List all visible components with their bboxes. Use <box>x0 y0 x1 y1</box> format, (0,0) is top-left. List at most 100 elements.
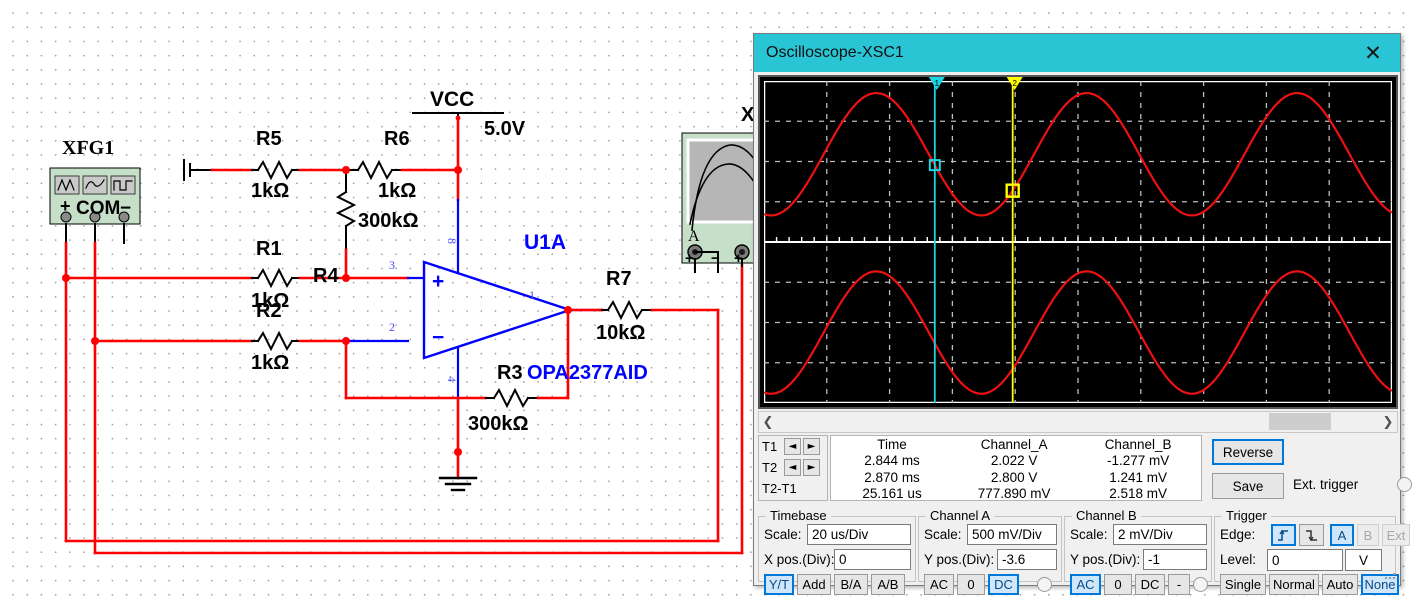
label-xfg-minus: − <box>120 198 132 219</box>
waveform-plot <box>764 81 1392 403</box>
trigger-level-input[interactable]: 0 <box>1267 549 1343 571</box>
timebase-caption: Timebase <box>766 508 831 523</box>
header-channel-a: Channel_A <box>980 436 1048 452</box>
t2-right-button[interactable]: ► <box>803 459 820 476</box>
value-r3: 300kΩ <box>468 413 529 435</box>
waveform-screen[interactable] <box>764 81 1392 403</box>
channel-a-coupling-ac[interactable]: AC <box>924 574 954 595</box>
waveform-display[interactable]: 12 <box>758 75 1398 409</box>
channel-a-indicator[interactable] <box>1037 577 1052 592</box>
channel-b-ypos-input[interactable]: -1 <box>1143 549 1207 570</box>
trigger-caption: Trigger <box>1222 508 1271 523</box>
label-r7: R7 <box>606 268 632 290</box>
trigger-group: Trigger Edge: A B Ext Level: 0 V Single <box>1214 508 1410 595</box>
trigger-source-a[interactable]: A <box>1330 524 1354 546</box>
scroll-left-icon[interactable]: ❮ <box>759 415 777 430</box>
channel-b-indicator[interactable] <box>1193 577 1208 592</box>
channel-a-ypos-label: Y pos.(Div): <box>924 552 995 567</box>
timebase-scale-input[interactable]: 20 us/Div <box>807 524 911 545</box>
channel-a-ypos-input[interactable]: -3.6 <box>997 549 1057 570</box>
t2-channel-a: 2.800 V <box>990 469 1038 485</box>
close-icon[interactable]: ✕ <box>1352 36 1394 70</box>
label-r1: R1 <box>256 238 282 260</box>
trigger-level-label: Level: <box>1220 552 1257 567</box>
timebase-mode-ba[interactable]: B/A <box>834 574 868 595</box>
channel-b-group: Channel B Scale: 2 mV/Div Y pos.(Div): -… <box>1064 508 1212 595</box>
opamp-input-minus: − <box>432 326 445 349</box>
scope-icon-port-minus: − <box>711 250 720 267</box>
channel-a-scale-input[interactable]: 500 mV/Div <box>967 524 1057 545</box>
scroll-right-icon[interactable]: ❯ <box>1379 415 1397 430</box>
label-xfg-com: COM <box>76 198 121 219</box>
channel-b-scale-input[interactable]: 2 mV/Div <box>1113 524 1207 545</box>
channel-a-coupling-dc[interactable]: DC <box>988 574 1019 595</box>
scrollbar-track[interactable] <box>777 412 1379 432</box>
opamp-pin-8: 8 <box>445 238 459 244</box>
trigger-level-unit[interactable]: V <box>1345 549 1382 571</box>
label-opamp-part: OPA2377AID <box>527 362 648 384</box>
falling-edge-icon[interactable] <box>1299 524 1324 546</box>
channel-b-ypos-label: Y pos.(Div): <box>1070 552 1141 567</box>
display-scrollbar[interactable]: ❮ ❯ <box>758 411 1398 433</box>
label-r5: R5 <box>256 128 282 150</box>
delta-time: 25.161 us <box>862 486 922 502</box>
trigger-source-ext[interactable]: Ext <box>1382 524 1410 546</box>
cursor-selector[interactable]: T1 ◄ ► T2 ◄ ► T2-T1 <box>758 435 828 501</box>
oscilloscope-window[interactable]: Oscilloscope-XSC1 ✕ 12 ❮ ❯ T1 ◄ ► T2 ◄ ►… <box>753 33 1412 595</box>
value-r6: 1kΩ <box>378 180 417 202</box>
channel-b-coupling-none[interactable]: - <box>1168 574 1190 595</box>
window-titlebar[interactable]: Oscilloscope-XSC1 ✕ <box>754 34 1400 72</box>
scrollbar-thumb[interactable] <box>1269 413 1331 430</box>
cursor-delta-label: T2-T1 <box>762 481 797 496</box>
ext-trigger-indicator[interactable] <box>1397 477 1412 492</box>
table-row: 2.870 ms 2.800 V 1.241 mV <box>831 469 1201 486</box>
cursor-t1-row[interactable]: T1 ◄ ► <box>759 436 827 457</box>
label-xfg1: XFG1 <box>62 137 115 159</box>
reverse-button[interactable]: Reverse <box>1212 439 1284 465</box>
timebase-xpos-label: X pos.(Div): <box>764 552 835 567</box>
channel-a-caption: Channel A <box>926 508 994 523</box>
channel-a-scale-label: Scale: <box>924 527 962 542</box>
control-panels: Timebase Scale: 20 us/Div X pos.(Div): 0… <box>758 508 1410 595</box>
cursor-t2-row[interactable]: T2 ◄ ► <box>759 457 827 478</box>
save-button[interactable]: Save <box>1212 473 1284 499</box>
label-r4: R4 <box>313 265 339 287</box>
t1-right-button[interactable]: ► <box>803 438 820 455</box>
channel-b-coupling-0[interactable]: 0 <box>1104 574 1132 595</box>
channel-a-coupling-0[interactable]: 0 <box>957 574 985 595</box>
trigger-mode-normal[interactable]: Normal <box>1269 574 1319 595</box>
timebase-group: Timebase Scale: 20 us/Div X pos.(Div): 0… <box>758 508 916 595</box>
resize-grip-icon[interactable] <box>1385 569 1397 581</box>
window-title: Oscilloscope-XSC1 <box>766 44 904 61</box>
opamp-input-plus: + <box>432 270 445 293</box>
channel-b-scale-label: Scale: <box>1070 527 1108 542</box>
timebase-mode-ab[interactable]: A/B <box>871 574 905 595</box>
opamp-pin-1: 1 <box>529 288 535 302</box>
opamp-pin-4: 4 <box>445 376 459 382</box>
timebase-xpos-input[interactable]: 0 <box>834 549 911 570</box>
channel-b-coupling-ac[interactable]: AC <box>1070 574 1101 595</box>
channel-b-coupling-dc[interactable]: DC <box>1135 574 1165 595</box>
t1-channel-a: 2.022 V <box>990 453 1038 469</box>
rising-edge-icon[interactable] <box>1271 524 1296 546</box>
timebase-mode-yt[interactable]: Y/T <box>764 574 794 595</box>
opamp-pin-3: 3 <box>389 258 395 272</box>
timebase-mode-add[interactable]: Add <box>797 574 831 595</box>
t2-left-button[interactable]: ◄ <box>784 459 801 476</box>
value-r5: 1kΩ <box>251 180 290 202</box>
table-header-row: Time Channel_A Channel_B <box>831 436 1201 453</box>
trigger-mode-auto[interactable]: Auto <box>1322 574 1358 595</box>
trigger-source-b[interactable]: B <box>1357 524 1379 546</box>
trigger-mode-single[interactable]: Single <box>1220 574 1266 595</box>
timebase-scale-label: Scale: <box>764 527 802 542</box>
header-channel-b: Channel_B <box>1104 436 1172 452</box>
opamp-pin-2: 2 <box>389 320 395 334</box>
label-xfg-plus: + <box>60 196 71 216</box>
t2-time: 2.870 ms <box>864 469 920 485</box>
delta-channel-b: 2.518 mV <box>1109 486 1167 502</box>
scope-icon-port-plus-a: + <box>685 250 694 267</box>
label-r2: R2 <box>256 300 282 322</box>
table-row: 25.161 us 777.890 mV 2.518 mV <box>831 486 1201 503</box>
t1-left-button[interactable]: ◄ <box>784 438 801 455</box>
header-time: Time <box>877 436 907 452</box>
